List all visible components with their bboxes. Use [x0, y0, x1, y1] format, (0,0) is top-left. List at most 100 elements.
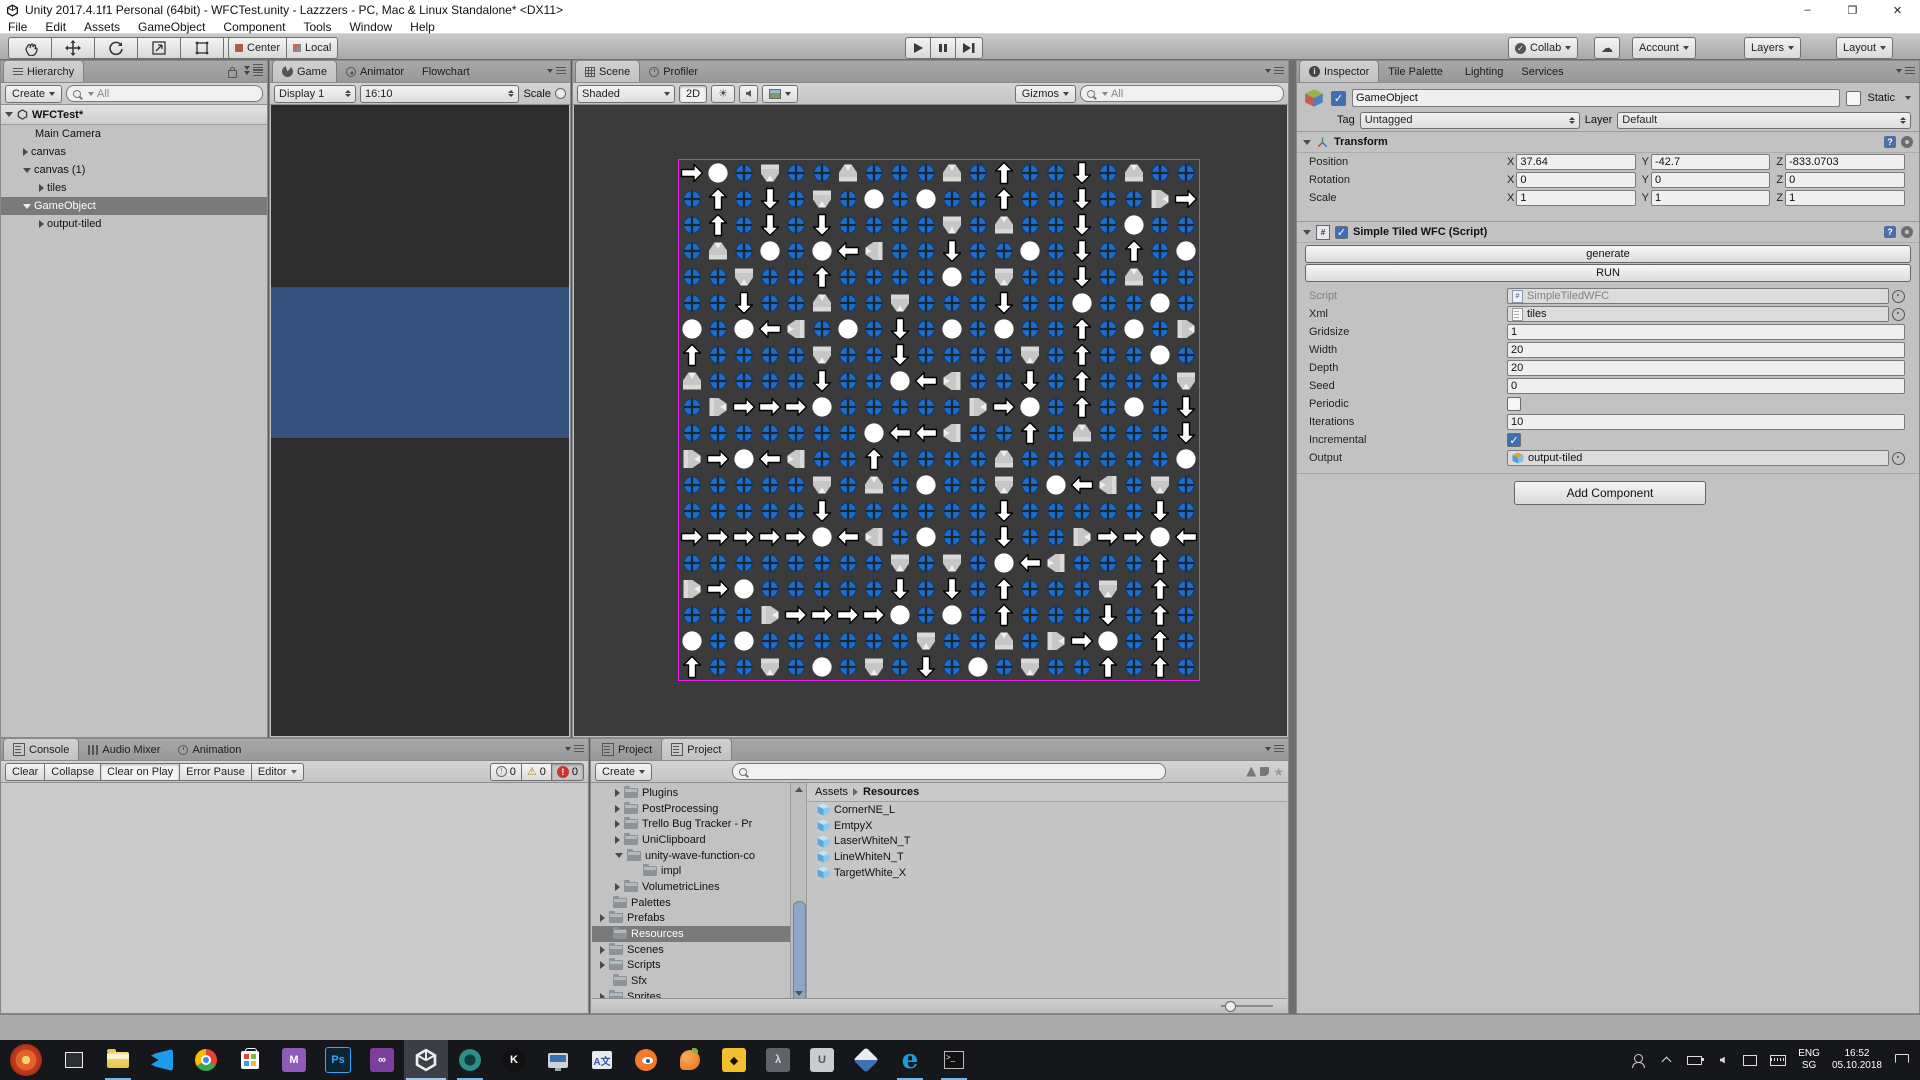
gear-icon[interactable] — [1901, 136, 1913, 148]
folder-prefabs[interactable]: Prefabs — [592, 911, 790, 927]
layout-button[interactable]: Layout — [1836, 37, 1893, 59]
taskbar-explorer[interactable] — [96, 1040, 140, 1080]
taskbar-diamond-app[interactable] — [844, 1040, 888, 1080]
console-clear-on-play-button[interactable]: Clear on Play — [101, 763, 180, 781]
game-view[interactable] — [271, 105, 569, 736]
panel-menu-icon[interactable] — [1905, 67, 1915, 75]
xml-object-field[interactable]: tiles — [1507, 306, 1889, 322]
taskbar-unity[interactable] — [404, 1040, 448, 1080]
help-icon[interactable]: ? — [1884, 226, 1896, 238]
taskbar-yellow-app[interactable]: ◆ — [712, 1040, 756, 1080]
error-count-badge[interactable]: !0 — [552, 763, 584, 781]
taskbar-chrome[interactable] — [184, 1040, 228, 1080]
hidden-icons-chevron[interactable] — [1661, 1057, 1671, 1067]
tab-inspector-lighting[interactable]: Lighting — [1452, 61, 1513, 82]
folder-scenes[interactable]: Scenes — [592, 942, 790, 958]
touch-keyboard-icon[interactable] — [1770, 1055, 1786, 1066]
project-create-button[interactable]: Create — [595, 763, 652, 781]
tab-console-console[interactable]: Console — [3, 738, 79, 760]
network-icon[interactable] — [1743, 1055, 1757, 1066]
space-local-button[interactable]: Local — [287, 37, 338, 59]
depth-field[interactable]: 20 — [1507, 360, 1905, 376]
object-picker-icon[interactable] — [1892, 308, 1905, 321]
foldout-closed-icon[interactable] — [600, 914, 605, 922]
taskbar-visualstudio[interactable]: ∞ — [360, 1040, 404, 1080]
language-indicator[interactable]: ENGSG — [1798, 1048, 1820, 1072]
tab-console-audio-mixer[interactable]: Audio Mixer — [79, 739, 169, 760]
object-name-field[interactable]: GameObject — [1352, 89, 1840, 107]
scene-header-row[interactable]: WFCTest* — [1, 105, 267, 125]
taskbar-display-app[interactable]: U — [800, 1040, 844, 1080]
folder-postprocessing[interactable]: PostProcessing — [592, 801, 790, 817]
asset-emtpyx[interactable]: EmtpyX — [807, 818, 1287, 834]
panel-dropdown-icon[interactable] — [1896, 69, 1902, 73]
tab-game-game[interactable]: Game — [272, 60, 337, 82]
hierarchy-item-tiles[interactable]: tiles — [1, 179, 267, 197]
taskbar-krita[interactable]: K — [492, 1040, 536, 1080]
hierarchy-item-gameobject[interactable]: GameObject — [1, 197, 267, 215]
cloud-button[interactable]: ☁ — [1594, 37, 1620, 59]
width-field[interactable]: 20 — [1507, 342, 1905, 358]
rect-tool-button[interactable] — [181, 37, 224, 59]
taskbar-cube-app[interactable]: λ — [756, 1040, 800, 1080]
menu-edit[interactable]: Edit — [45, 20, 66, 34]
scene-audio-toggle[interactable] — [739, 85, 758, 103]
volume-icon[interactable] — [1720, 1057, 1725, 1064]
move-tool-button[interactable] — [52, 37, 95, 59]
taskbar-teal-app[interactable] — [448, 1040, 492, 1080]
transform-component-header[interactable]: Transform ? — [1297, 131, 1919, 153]
foldout-open-icon[interactable] — [615, 853, 623, 858]
taskbar-edge[interactable]: e — [888, 1040, 932, 1080]
folder-scripts[interactable]: Scripts — [592, 958, 790, 974]
info-count-badge[interactable]: !0 — [490, 763, 522, 781]
tab-scene-profiler[interactable]: Profiler — [640, 61, 707, 82]
foldout-open-icon[interactable] — [1303, 140, 1311, 145]
scene-search-input[interactable]: All — [1080, 85, 1284, 102]
position-y-field[interactable]: -42.7 — [1651, 154, 1770, 170]
taskbar-medibang[interactable]: M — [272, 1040, 316, 1080]
step-button[interactable] — [956, 37, 983, 59]
add-component-button[interactable]: Add Component — [1514, 481, 1706, 505]
aspect-dropdown[interactable]: 16:10 — [360, 85, 519, 103]
layer-dropdown[interactable]: Default — [1617, 112, 1911, 129]
console-clear-button[interactable]: Clear — [5, 763, 45, 781]
periodic-checkbox[interactable] — [1507, 397, 1521, 411]
output-object-field[interactable]: output-tiled — [1507, 450, 1889, 466]
pivot-center-button[interactable]: Center — [228, 37, 287, 59]
gridsize-field[interactable]: 1 — [1507, 324, 1905, 340]
hierarchy-item-maincamera[interactable]: Main Camera — [1, 125, 267, 143]
icon-size-slider[interactable] — [1221, 1005, 1273, 1007]
foldout-closed-icon[interactable] — [600, 946, 605, 954]
foldout-closed-icon[interactable] — [615, 789, 620, 797]
taskbar-start[interactable] — [0, 1040, 52, 1080]
tab-inspector-tile-palette[interactable]: Tile Palette — [1379, 61, 1452, 82]
folder-palettes[interactable]: Palettes — [592, 895, 790, 911]
folder-sfx[interactable]: Sfx — [592, 973, 790, 989]
scene-menu-icon[interactable] — [244, 66, 250, 70]
static-dropdown-icon[interactable] — [1905, 96, 1911, 100]
scene-burger-icon[interactable] — [253, 64, 263, 72]
scale-slider[interactable] — [555, 88, 566, 99]
folder-plugins[interactable]: Plugins — [592, 785, 790, 801]
foldout-closed-icon[interactable] — [23, 148, 28, 156]
console-error-pause-button[interactable]: Error Pause — [180, 763, 252, 781]
rotation-z-field[interactable]: 0 — [1785, 172, 1905, 188]
foldout-closed-icon[interactable] — [39, 220, 44, 228]
hierarchy-item-canvas[interactable]: canvas — [1, 143, 267, 161]
breadcrumb-resources[interactable]: Resources — [863, 786, 919, 798]
menu-assets[interactable]: Assets — [84, 20, 120, 34]
pause-button[interactable] — [931, 37, 956, 59]
foldout-closed-icon[interactable] — [615, 820, 620, 828]
position-z-field[interactable]: -833.0703 — [1785, 154, 1905, 170]
scale-x-field[interactable]: 1 — [1516, 190, 1635, 206]
tab-scene-scene[interactable]: Scene — [575, 60, 640, 82]
collab-filter-icon[interactable] — [1246, 767, 1256, 777]
help-icon[interactable]: ? — [1884, 136, 1896, 148]
console-log-area[interactable] — [2, 783, 587, 1012]
tab-project-project-1[interactable]: Project — [661, 738, 731, 760]
panel-menu-icon[interactable] — [574, 745, 584, 753]
foldout-closed-icon[interactable] — [615, 883, 620, 891]
menu-gameobject[interactable]: GameObject — [138, 20, 205, 34]
console-collapse-button[interactable]: Collapse — [45, 763, 101, 781]
hierarchy-create-button[interactable]: Create — [5, 85, 62, 103]
